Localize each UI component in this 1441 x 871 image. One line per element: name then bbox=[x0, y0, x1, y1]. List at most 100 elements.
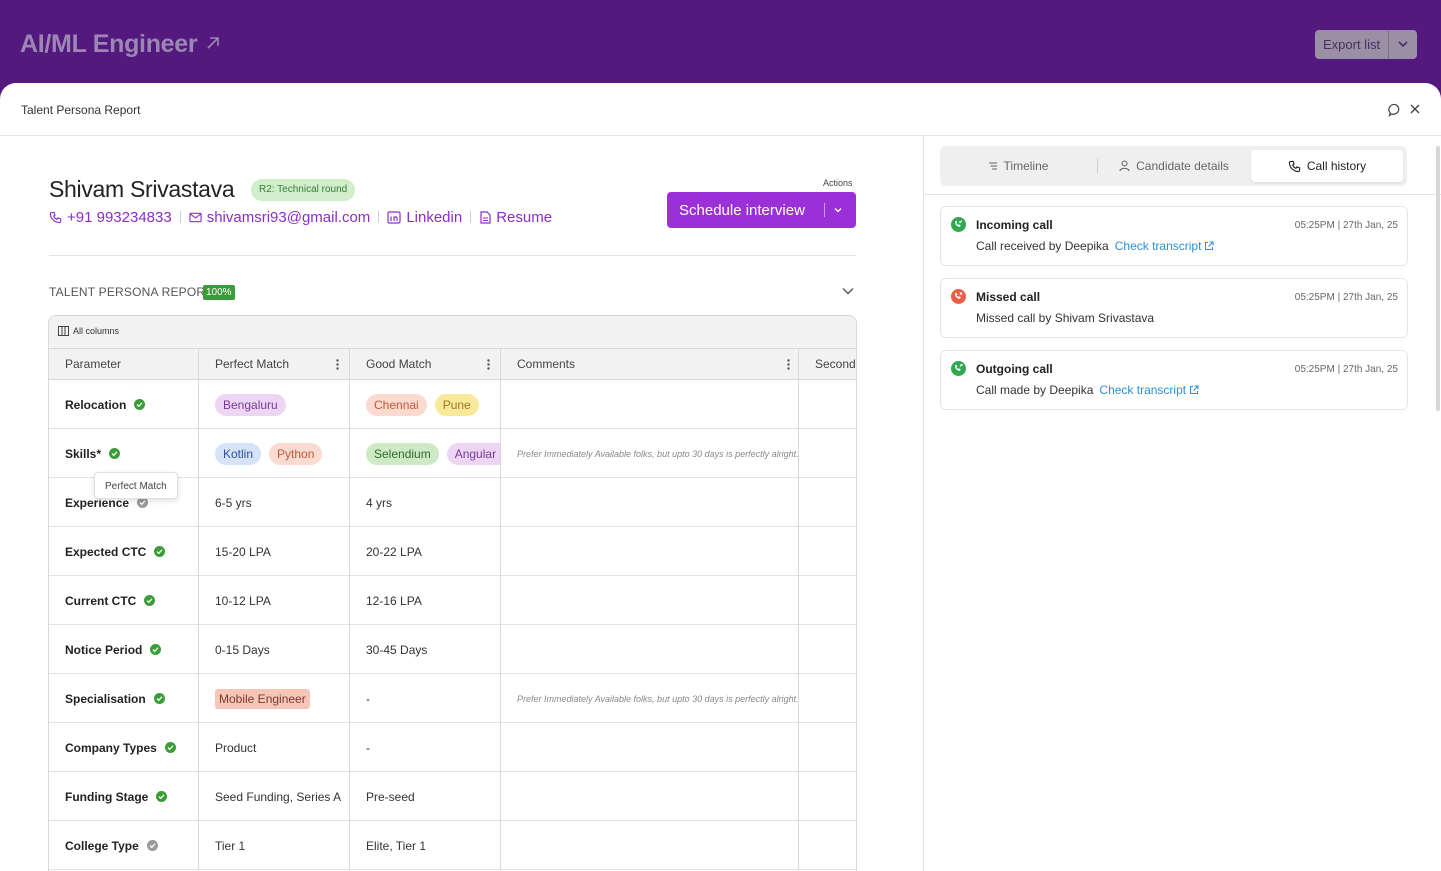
check-circle-icon[interactable] bbox=[164, 742, 176, 753]
value-tag: Mobile Engineer bbox=[215, 688, 310, 709]
check-transcript-link[interactable]: Check transcript bbox=[1115, 239, 1215, 253]
column-header[interactable]: Comments bbox=[501, 349, 799, 380]
schedule-interview-button[interactable]: Schedule interview bbox=[667, 192, 856, 228]
divider bbox=[1097, 159, 1098, 173]
parameter-label: Relocation bbox=[65, 397, 127, 412]
cell-value: Pre-seed bbox=[366, 789, 415, 804]
cell-value: 4 yrs bbox=[366, 495, 393, 510]
resume-text: Resume bbox=[496, 208, 553, 226]
check-circle-icon[interactable] bbox=[154, 546, 166, 557]
column-label: Good Match bbox=[366, 357, 432, 371]
table-row: Funding Stage Seed Funding, Series A Pre-s… bbox=[49, 772, 856, 821]
sheet-header: Talent Persona Report bbox=[0, 83, 1441, 136]
good-match-cell: 20-22 LPA bbox=[350, 527, 501, 576]
contact-row: +91 993234833 shivamsri93@gmail.com Link… bbox=[49, 208, 552, 226]
check-circle-icon[interactable] bbox=[156, 791, 168, 802]
column-header[interactable]: Perfect Match bbox=[199, 349, 350, 380]
perfect-match-cell: Kotlin Python bbox=[199, 429, 350, 478]
activity-tabs: Timeline Candidate details Call history bbox=[940, 146, 1407, 186]
second-cell bbox=[799, 527, 856, 576]
call-desc-text: Call received by Deepika bbox=[976, 239, 1109, 253]
good-match-cell: 4 yrs bbox=[350, 478, 501, 527]
resume-link[interactable]: Resume bbox=[479, 209, 552, 226]
check-circle-icon[interactable] bbox=[109, 448, 121, 459]
column-menu-icon[interactable] bbox=[336, 359, 339, 370]
check-circle-icon[interactable] bbox=[153, 693, 165, 704]
export-group: Export list bbox=[1315, 30, 1418, 59]
external-link-icon bbox=[1205, 241, 1214, 250]
close-icon[interactable] bbox=[1409, 103, 1421, 115]
collapse-chevron-icon[interactable] bbox=[841, 286, 855, 296]
sheet-title: Talent Persona Report bbox=[21, 103, 141, 117]
completion-badge: 100% bbox=[203, 285, 235, 300]
external-link-icon[interactable] bbox=[204, 34, 222, 52]
tab-label: Call history bbox=[1306, 159, 1367, 173]
linkedin-link[interactable]: Linkedin bbox=[387, 209, 462, 226]
parameter-cell: Current CTC bbox=[49, 576, 199, 625]
export-dropdown-button[interactable] bbox=[1389, 30, 1418, 59]
call-description: Call made by Deepika Check transcript bbox=[976, 383, 1199, 397]
call-description: Call received by Deepika Check transcrip… bbox=[976, 239, 1214, 253]
column-menu-icon[interactable] bbox=[787, 359, 790, 370]
parameter-label: Funding Stage bbox=[65, 789, 149, 804]
email-text: shivamsri93@gmail.com bbox=[206, 208, 371, 226]
tab-call-history[interactable]: Call history bbox=[1251, 150, 1403, 182]
cell-value: Tier 1 bbox=[215, 838, 246, 853]
column-header[interactable]: Good Match bbox=[350, 349, 501, 380]
good-match-cell: Selendium Angular J bbox=[350, 429, 501, 478]
cell-value: 30-45 Days bbox=[366, 642, 428, 657]
column-header[interactable]: Second bbox=[799, 349, 856, 380]
column-header[interactable]: Parameter bbox=[49, 349, 199, 380]
comments-cell bbox=[501, 772, 799, 821]
phone-link[interactable]: +91 993234833 bbox=[49, 209, 172, 226]
parameter-cell: Expected CTC bbox=[49, 527, 199, 576]
table-row: College Type Tier 1 Elite, Tier 1 bbox=[49, 821, 856, 870]
check-circle-icon[interactable] bbox=[144, 595, 156, 606]
columns-icon bbox=[58, 326, 69, 336]
neutral-check-icon[interactable] bbox=[146, 840, 158, 851]
column-menu-icon[interactable] bbox=[487, 359, 490, 370]
comments-cell bbox=[501, 821, 799, 870]
email-link[interactable]: shivamsri93@gmail.com bbox=[189, 208, 371, 226]
table-row: Specialisation Mobile Engineer - Prefer Imm… bbox=[49, 674, 856, 723]
check-circle-icon[interactable] bbox=[134, 399, 146, 410]
perfect-match-cell: 15-20 LPA bbox=[199, 527, 350, 576]
value-chip: Python bbox=[269, 442, 323, 465]
perfect-match-cell: Mobile Engineer bbox=[199, 674, 350, 723]
all-columns-button[interactable]: All columns bbox=[58, 326, 119, 336]
export-list-button[interactable]: Export list bbox=[1315, 30, 1390, 59]
call-description: Missed call by Shivam Srivastava bbox=[976, 311, 1154, 325]
parameter-label: College Type bbox=[65, 838, 139, 853]
scrollbar[interactable] bbox=[1436, 146, 1440, 411]
good-match-cell: - bbox=[350, 723, 501, 772]
second-cell bbox=[799, 821, 856, 870]
table-row: Relocation Bengaluru Chennai Pune bbox=[49, 380, 856, 429]
outgoing-call-icon bbox=[951, 361, 966, 376]
parameter-label: Expected CTC bbox=[65, 544, 147, 559]
chat-icon[interactable] bbox=[1388, 103, 1402, 117]
value-chip: Pune bbox=[434, 393, 479, 416]
candidate-name: Shivam Srivastava bbox=[49, 176, 235, 202]
second-cell bbox=[799, 625, 856, 674]
second-cell bbox=[799, 723, 856, 772]
tab-candidate-details[interactable]: Candidate details bbox=[1100, 150, 1248, 182]
call-time: 05:25PM | 27th Jan, 25 bbox=[1294, 220, 1398, 231]
parameter-label: Skills* bbox=[65, 446, 102, 461]
call-title: Missed call bbox=[976, 290, 1041, 304]
transcript-label: Check transcript bbox=[1099, 383, 1187, 397]
divider bbox=[924, 194, 1441, 195]
chevron-down-icon[interactable] bbox=[833, 205, 843, 215]
phone-icon bbox=[49, 211, 62, 223]
cell-value: 20-22 LPA bbox=[366, 544, 422, 559]
cell-value: Seed Funding, Series A bbox=[215, 789, 342, 804]
mail-icon bbox=[189, 212, 202, 222]
perfect-match-cell: Bengaluru bbox=[199, 380, 350, 429]
parameter-cell: Company Types bbox=[49, 723, 199, 772]
tab-timeline[interactable]: Timeline bbox=[944, 150, 1092, 182]
check-transcript-link[interactable]: Check transcript bbox=[1099, 383, 1199, 397]
good-match-cell: Chennai Pune bbox=[350, 380, 501, 429]
value-chip: Angular J bbox=[446, 442, 500, 465]
actions-label: Actions bbox=[823, 178, 853, 188]
tooltip: Perfect Match bbox=[94, 472, 178, 499]
check-circle-icon[interactable] bbox=[150, 644, 162, 655]
